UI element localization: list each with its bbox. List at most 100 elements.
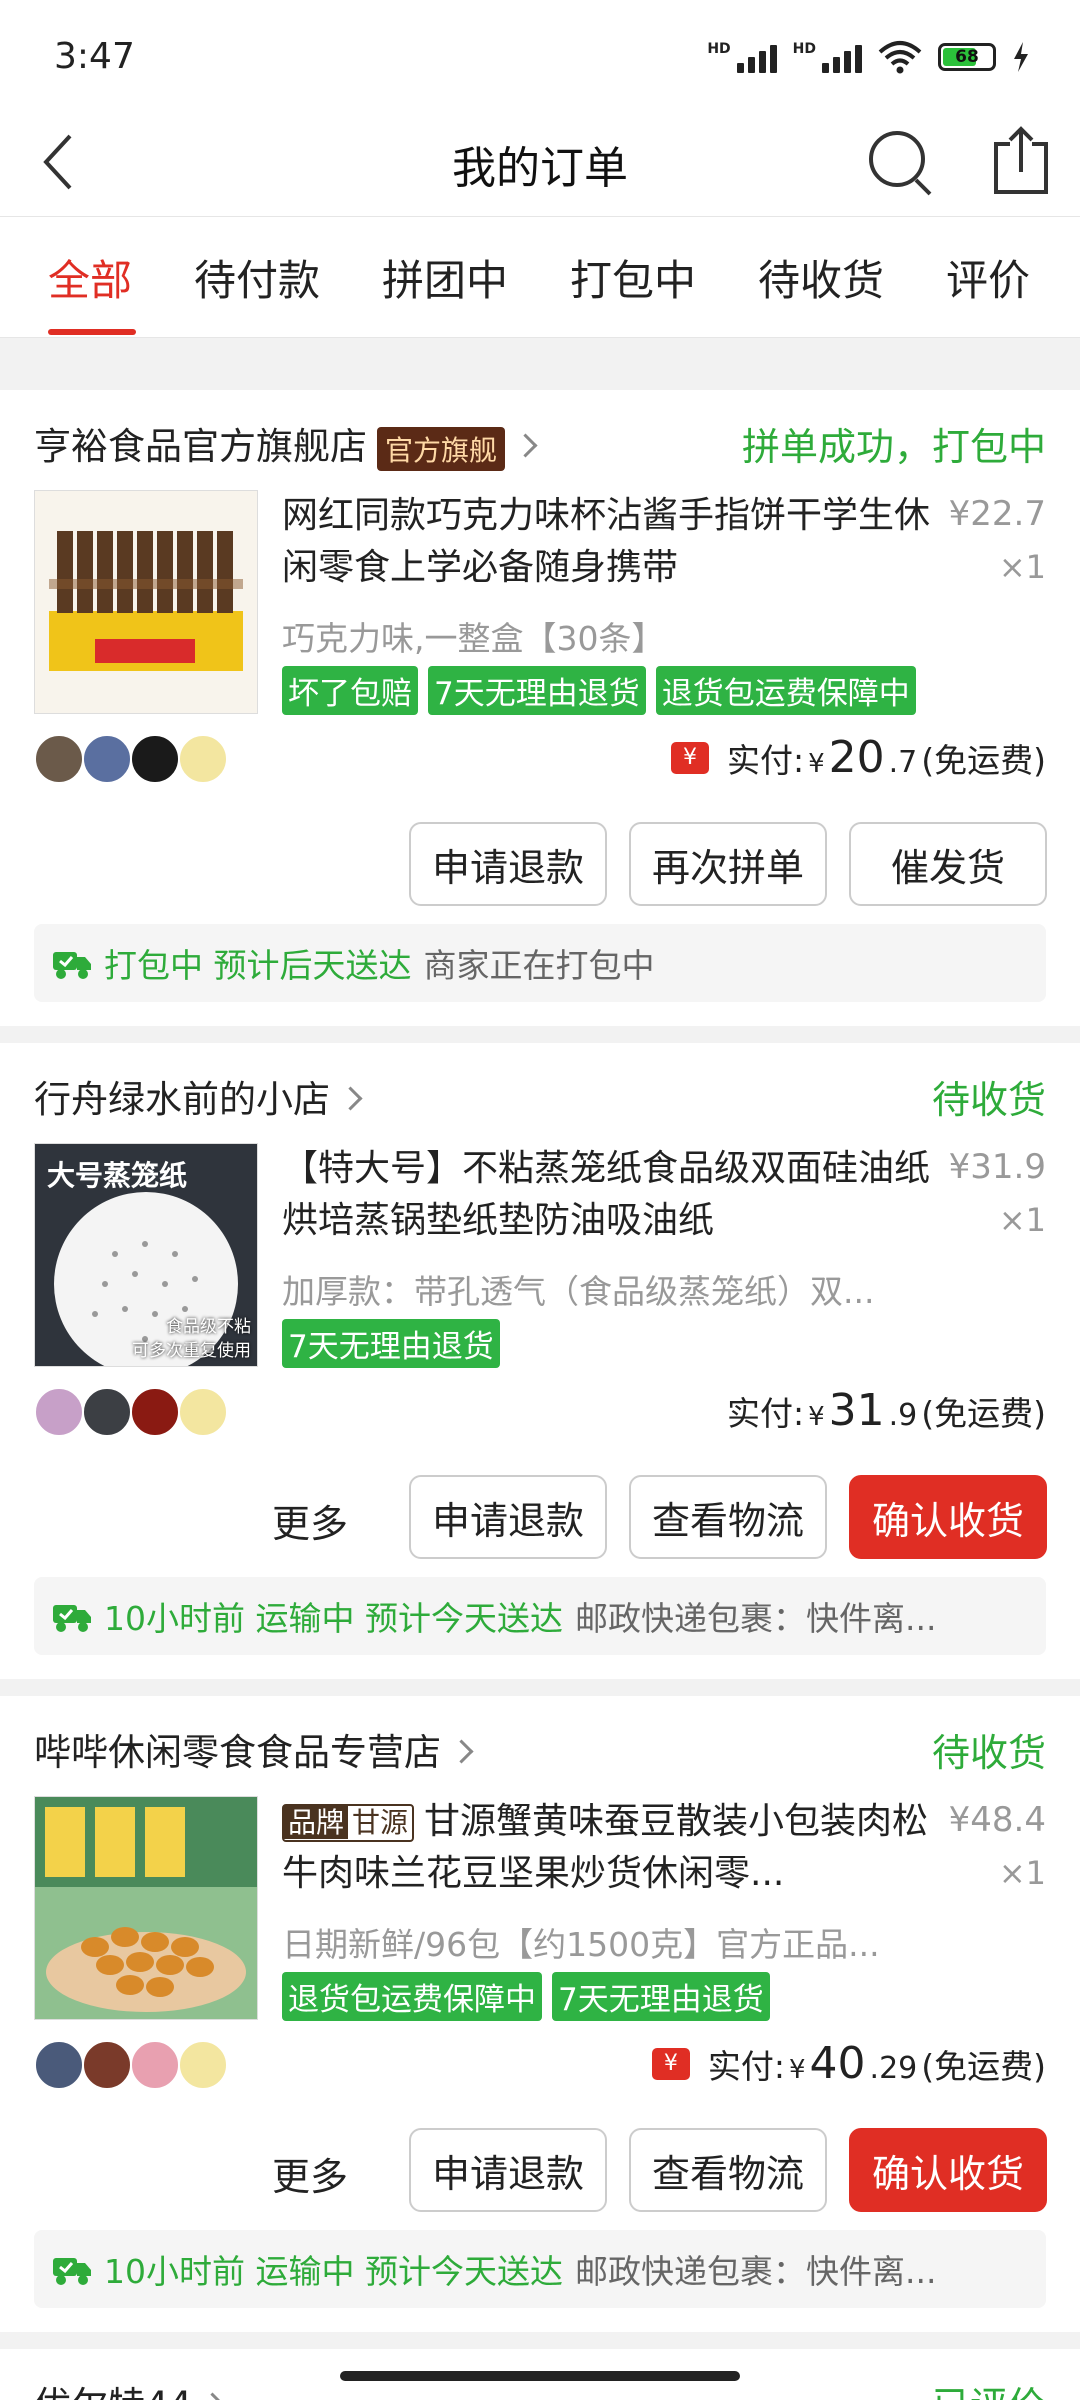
product-title[interactable]: 网红同款巧克力味杯沾酱手指饼干学生休闲零食上学必备随身携带 <box>282 490 932 594</box>
delivery-info[interactable]: 打包中 预计后天送达 商家正在打包中 <box>34 924 1046 1002</box>
tab-indicator <box>48 329 136 335</box>
service-tags: 7天无理由退货 <box>282 1319 500 1368</box>
reorder-button[interactable]: 再次拼单 <box>629 822 827 906</box>
avatar <box>82 734 132 784</box>
service-tag: 退货包运费保障中 <box>282 1972 542 2021</box>
shop-name[interactable]: 优尔特44 <box>34 2375 225 2400</box>
view-logistics-button[interactable]: 查看物流 <box>629 2128 827 2212</box>
order-card[interactable]: 亨裕食品官方旗舰店 官方旗舰 拼单成功，打包中 网红同款巧克力味杯沾酱手指饼干学生… <box>0 390 1080 1026</box>
status-bar: 3:47 HD HD 68 <box>0 0 1080 110</box>
charging-icon <box>1014 42 1028 72</box>
delivery-info[interactable]: 10小时前 运输中 预计今天送达 邮政快递包裹：快件离... <box>34 2230 1046 2308</box>
delivery-status: 打包中 预计后天送达 <box>104 946 412 985</box>
tab-pending-receipt[interactable]: 待收货 <box>758 247 884 308</box>
avatar <box>130 1387 180 1437</box>
chevron-right-icon <box>513 433 538 458</box>
confirm-receipt-button[interactable]: 确认收货 <box>849 1475 1047 1559</box>
product-price: ¥48.4 <box>948 1800 1046 1840</box>
order-card[interactable]: 哔哔休闲零食食品专营店 待收货 品牌 甘源 甘源蟹黄味蚕豆散装小包装肉松牛肉味兰花豆… <box>0 1696 1080 2332</box>
product-title[interactable]: 【特大号】不粘蒸笼纸食品级双面硅油纸烘培蒸锅垫纸垫防油吸油纸 <box>282 1143 932 1247</box>
group-avatars <box>34 734 228 784</box>
signal-icon: HD <box>707 41 777 73</box>
product-spec: 加厚款：带孔透气（食品级蒸笼纸）双... <box>282 1272 875 1311</box>
product-spec: 日期新鲜/96包【约1500克】官方正品... <box>282 1925 880 1964</box>
product-quantity: ×1 <box>998 1201 1046 1239</box>
delivery-detail: 邮政快递包裹：快件离... <box>574 1599 937 1638</box>
truck-icon <box>53 952 91 979</box>
tab-group-buying[interactable]: 拼团中 <box>382 247 508 308</box>
refund-button[interactable]: 申请退款 <box>409 2128 607 2212</box>
paid-amount: ¥ 实付: ¥20.7 (免运费) <box>670 732 1046 783</box>
order-tabs: 全部 待付款 拼团中 打包中 待收货 评价 <box>0 217 1080 338</box>
confirm-receipt-button[interactable]: 确认收货 <box>849 2128 1047 2212</box>
service-tags: 坏了包赔 7天无理由退货 退货包运费保障中 <box>282 666 916 715</box>
image-subcaption: 可多次重复使用 <box>132 1341 251 1361</box>
red-packet-icon: ¥ <box>651 2047 690 2080</box>
chevron-right-icon <box>338 1086 363 1111</box>
official-store-badge: 官方旗舰 <box>377 426 506 471</box>
avatar <box>178 734 228 784</box>
home-indicator[interactable] <box>340 2371 740 2381</box>
order-card[interactable]: 行舟绿水前的小店 待收货 大号蒸笼纸 食品级不粘 可多次重复使用 【特大号】不粘… <box>0 1043 1080 1679</box>
more-button[interactable]: 更多 <box>272 1493 348 1548</box>
delivery-status: 10小时前 运输中 预计今天送达 <box>104 1599 563 1638</box>
group-avatars <box>34 2040 228 2090</box>
service-tag: 7天无理由退货 <box>428 666 646 715</box>
shop-name[interactable]: 哔哔休闲零食食品专营店 <box>34 1722 474 1776</box>
delivery-status: 10小时前 运输中 预计今天送达 <box>104 2252 563 2291</box>
chevron-right-icon <box>449 1739 474 1764</box>
order-status: 已评价 <box>932 2375 1046 2400</box>
avatar <box>34 734 84 784</box>
avatar <box>34 2040 84 2090</box>
order-status: 待收货 <box>931 1078 1046 1122</box>
product-image-broad-beans <box>35 1797 257 2019</box>
product-image[interactable] <box>34 490 258 714</box>
status-icons: HD HD 68 <box>707 40 1030 74</box>
refund-button[interactable]: 申请退款 <box>409 1475 607 1559</box>
avatar <box>178 2040 228 2090</box>
image-subcaption: 食品级不粘 <box>166 1317 251 1337</box>
image-caption: 大号蒸笼纸 <box>47 1159 188 1192</box>
service-tag: 7天无理由退货 <box>282 1319 500 1368</box>
red-packet-icon: ¥ <box>670 741 709 774</box>
status-time: 3:47 <box>54 36 135 77</box>
app-header: 我的订单 <box>0 110 1080 217</box>
truck-icon <box>53 1605 91 1632</box>
tab-all[interactable]: 全部 <box>48 247 132 308</box>
product-price: ¥22.7 <box>948 494 1046 534</box>
avatar <box>34 1387 84 1437</box>
service-tags: 退货包运费保障中 7天无理由退货 <box>282 1972 770 2021</box>
tab-pending-payment[interactable]: 待付款 <box>194 247 320 308</box>
avatar <box>82 1387 132 1437</box>
product-image[interactable]: 大号蒸笼纸 食品级不粘 可多次重复使用 <box>34 1143 258 1367</box>
product-quantity: ×1 <box>998 548 1046 586</box>
avatar <box>178 1387 228 1437</box>
tab-review[interactable]: 评价 <box>946 247 1030 308</box>
wifi-icon <box>878 41 922 74</box>
chevron-right-icon <box>200 2392 225 2400</box>
group-avatars <box>34 1387 228 1437</box>
paid-amount: 实付: ¥31.9 (免运费) <box>726 1385 1046 1436</box>
urge-shipping-button[interactable]: 催发货 <box>849 822 1047 906</box>
shop-name[interactable]: 亨裕食品官方旗舰店 官方旗舰 <box>34 416 538 471</box>
refund-button[interactable]: 申请退款 <box>409 822 607 906</box>
view-logistics-button[interactable]: 查看物流 <box>629 1475 827 1559</box>
avatar <box>82 2040 132 2090</box>
shop-name[interactable]: 行舟绿水前的小店 <box>34 1069 363 1123</box>
service-tag: 退货包运费保障中 <box>655 666 916 715</box>
order-status: 拼单成功，打包中 <box>741 425 1046 469</box>
avatar <box>130 734 180 784</box>
product-image[interactable] <box>34 1796 258 2020</box>
search-icon[interactable] <box>866 128 936 198</box>
product-image-biscuit-box <box>49 531 243 671</box>
truck-icon <box>53 2258 91 2285</box>
brand-badge: 品牌 甘源 <box>282 1804 415 1842</box>
product-spec: 巧克力味,一整盒【30条】 <box>282 619 665 658</box>
tab-packing[interactable]: 打包中 <box>570 247 696 308</box>
delivery-detail: 商家正在打包中 <box>423 946 655 985</box>
share-icon[interactable] <box>990 126 1052 196</box>
product-quantity: ×1 <box>998 1854 1046 1892</box>
product-title[interactable]: 品牌 甘源 甘源蟹黄味蚕豆散装小包装肉松牛肉味兰花豆坚果炒货休闲零... <box>282 1796 932 1900</box>
delivery-info[interactable]: 10小时前 运输中 预计今天送达 邮政快递包裹：快件离... <box>34 1577 1046 1655</box>
more-button[interactable]: 更多 <box>272 2146 348 2201</box>
